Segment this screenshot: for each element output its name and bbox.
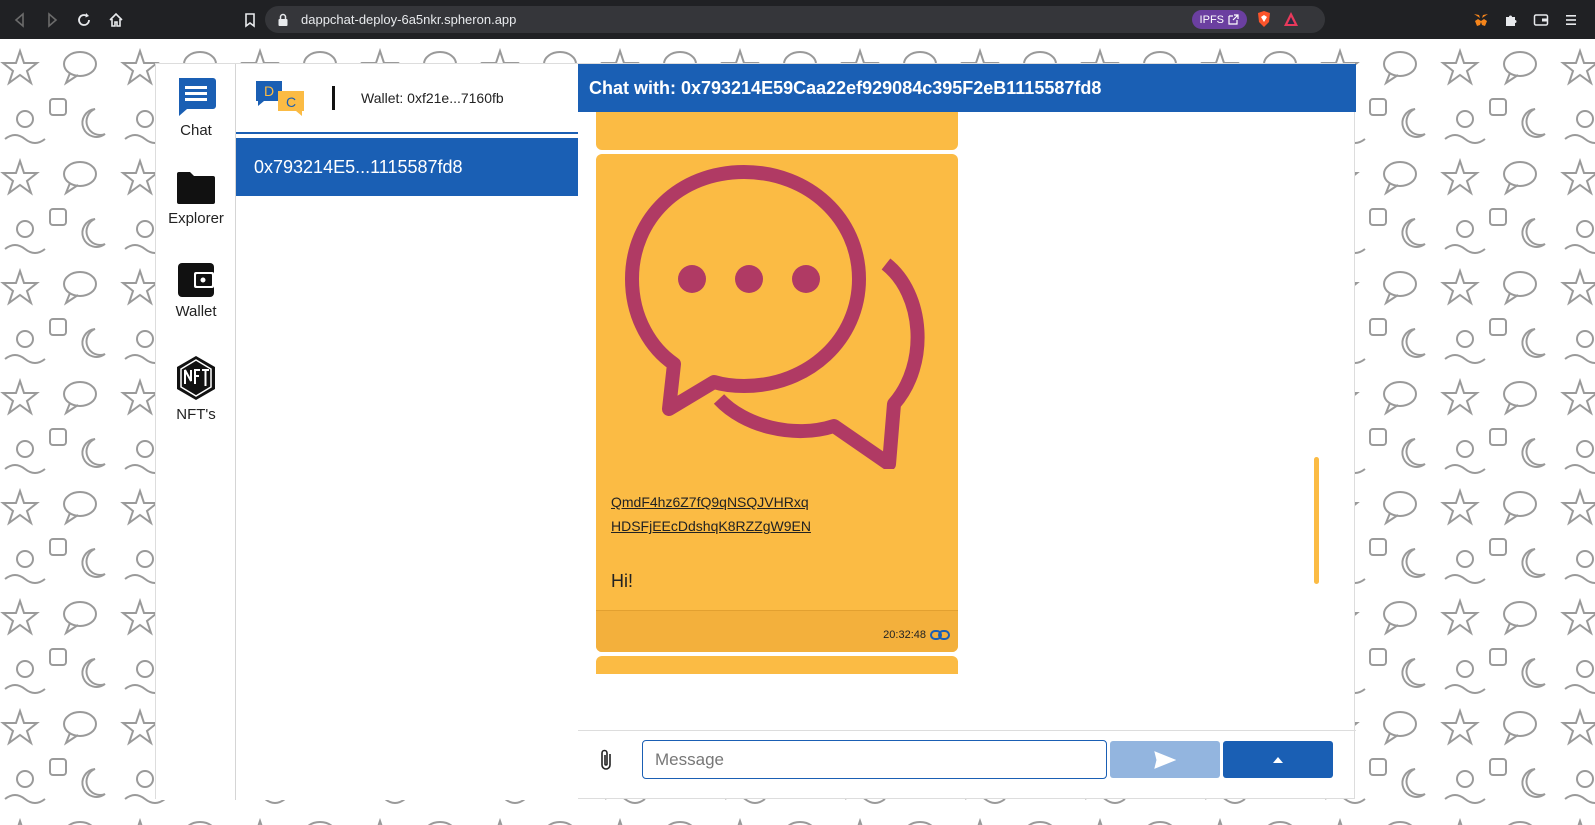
nav-item-explorer[interactable]: Explorer <box>156 170 236 227</box>
message-composer <box>578 730 1356 800</box>
message-list[interactable]: QmdF4hz6Z7fQ9qNSQJVHRxq HDSFjEEcDdshqK8R… <box>578 112 1356 730</box>
wallet-toolbar-icon[interactable] <box>1533 12 1549 28</box>
contacts-panel: D C Wallet: 0xf21e...7160fb 0x793214E5..… <box>236 64 578 800</box>
ipfs-badge[interactable]: IPFS <box>1191 10 1247 29</box>
forward-icon <box>48 11 58 28</box>
caret-up-icon <box>1273 756 1283 763</box>
message-input[interactable] <box>642 740 1107 779</box>
nav-label-explorer: Explorer <box>168 210 224 227</box>
reload-button[interactable] <box>72 8 96 32</box>
send-button[interactable] <box>1110 741 1220 778</box>
header-divider <box>332 86 335 110</box>
message-text: Hi! <box>611 571 633 591</box>
nav-item-wallet[interactable]: Wallet <box>156 261 236 320</box>
folder-icon <box>177 172 215 204</box>
ipfs-cid-link[interactable]: QmdF4hz6Z7fQ9qNSQJVHRxq HDSFjEEcDdshqK8R… <box>611 490 811 538</box>
metamask-icon[interactable] <box>1473 12 1489 28</box>
side-nav: Chat Explorer Wallet NFT's <box>156 64 236 800</box>
contacts-header: D C Wallet: 0xf21e...7160fb <box>236 64 578 134</box>
extensions-area <box>1473 0 1595 39</box>
nft-icon <box>177 356 215 400</box>
nav-item-chat[interactable]: Chat <box>156 76 236 139</box>
nav-label-wallet: Wallet <box>175 303 217 320</box>
message-footer: 20:32:48 <box>596 610 958 652</box>
brave-shield-icon[interactable] <box>1255 10 1273 28</box>
lock-icon <box>278 13 288 26</box>
contact-item[interactable]: 0x793214E5...1115587fd8 <box>236 138 578 196</box>
chat-title: Chat with: 0x793214E59Caa22ef929084c395F… <box>589 77 1102 98</box>
nav-label-chat: Chat <box>180 122 212 139</box>
reload-icon <box>78 12 90 26</box>
browser-toolbar: dappchat-deploy-6a5nkr.spheron.app IPFS <box>0 0 1595 39</box>
message-bubble: QmdF4hz6Z7fQ9qNSQJVHRxq HDSFjEEcDdshqK8R… <box>596 154 958 652</box>
contact-address: 0x793214E5...1115587fd8 <box>254 156 463 177</box>
chat-header: Chat with: 0x793214E59Caa22ef929084c395F… <box>578 64 1356 112</box>
wallet-icon <box>178 263 214 297</box>
address-bar[interactable]: dappchat-deploy-6a5nkr.spheron.app IPFS <box>265 6 1325 33</box>
brave-rewards-icon[interactable] <box>1283 11 1299 27</box>
bookmark-button[interactable] <box>238 8 262 32</box>
messages-scrollbar[interactable] <box>1314 457 1319 584</box>
expand-button[interactable] <box>1223 741 1333 778</box>
message-bubble-previous <box>596 112 958 150</box>
home-icon <box>109 12 123 27</box>
forward-button[interactable] <box>40 8 64 32</box>
paperclip-icon[interactable] <box>596 747 616 773</box>
cid-line-1: QmdF4hz6Z7fQ9qNSQJVHRxq <box>611 494 809 510</box>
dappchat-logo: D C <box>254 79 306 117</box>
url-text: dappchat-deploy-6a5nkr.spheron.app <box>301 12 517 27</box>
puzzle-icon[interactable] <box>1503 12 1519 28</box>
bookmark-icon <box>245 12 255 28</box>
message-time: 20:32:48 <box>883 629 926 641</box>
chat-panel: Chat with: 0x793214E59Caa22ef929084c395F… <box>578 64 1356 800</box>
nav-item-nfts[interactable]: NFT's <box>156 354 236 423</box>
dc-logo-icon <box>256 81 304 116</box>
home-button[interactable] <box>104 8 128 32</box>
ipfs-label: IPFS <box>1199 13 1224 26</box>
back-icon <box>14 11 24 28</box>
link-icon[interactable] <box>930 628 950 642</box>
nav-label-nfts: NFT's <box>176 406 216 423</box>
back-button[interactable] <box>8 8 32 32</box>
wallet-address: Wallet: 0xf21e...7160fb <box>361 90 504 106</box>
external-link-icon <box>1228 14 1239 25</box>
chat-icon <box>179 78 216 116</box>
send-icon <box>1154 750 1176 769</box>
logo-letter-c: C <box>286 94 297 110</box>
message-bubble-next <box>596 656 958 674</box>
chat-bubbles-image <box>625 165 925 469</box>
logo-letter-d: D <box>264 83 275 99</box>
menu-icon[interactable] <box>1563 12 1579 28</box>
cid-line-2: HDSFjEEcDdshqK8RZZgW9EN <box>611 518 811 534</box>
dappchat-app: Chat Explorer Wallet NFT's D C Wallet: 0… <box>155 63 1356 800</box>
